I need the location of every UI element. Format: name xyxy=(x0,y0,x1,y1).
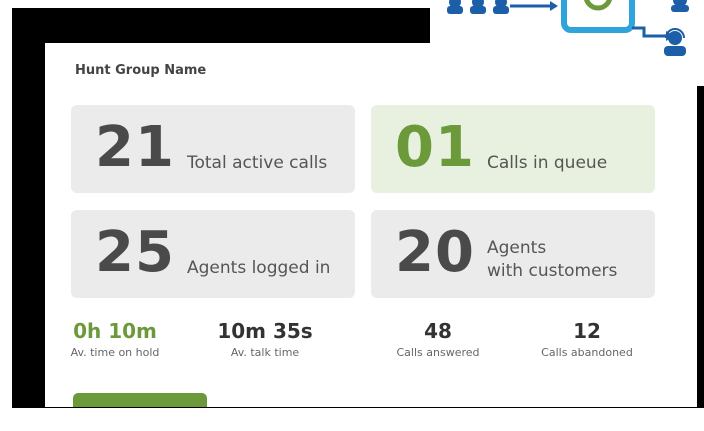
stat-calls-abandoned-value: 12 xyxy=(573,319,601,343)
calls-in-queue-label: Calls in queue xyxy=(487,153,608,173)
hunt-group-title: Hunt Group Name xyxy=(75,63,207,78)
agent-headset-icon xyxy=(664,28,686,56)
hub-icon xyxy=(561,0,635,33)
total-active-calls-card: 21 Total active calls xyxy=(71,105,355,193)
calls-in-queue-card: 01 Calls in queue xyxy=(371,105,655,193)
green-action-button[interactable] xyxy=(73,393,207,407)
stat-talk-time-value: 10m 35s xyxy=(217,319,313,343)
agents-with-customers-card: 20 Agents with customers xyxy=(371,210,655,298)
stat-talk-time: 10m 35s Av. talk time xyxy=(195,319,335,359)
agents-with-customers-value: 20 xyxy=(395,220,475,285)
total-active-calls-value: 21 xyxy=(95,115,175,180)
stat-calls-abandoned: 12 Calls abandoned xyxy=(517,319,657,359)
agents-logged-in-label: Agents logged in xyxy=(187,258,331,278)
stat-time-on-hold: 0h 10m Av. time on hold xyxy=(45,319,185,359)
stat-calls-answered-label: Calls answered xyxy=(396,346,480,359)
stat-calls-answered-value: 48 xyxy=(424,319,452,343)
dashboard-screen: Hunt Group Name 21 Total active calls 01… xyxy=(45,43,697,407)
agents-with-customers-line2: with customers xyxy=(487,261,618,281)
agents-logged-in-value: 25 xyxy=(95,220,175,285)
stat-calls-answered: 48 Calls answered xyxy=(368,319,508,359)
agent-icon xyxy=(671,0,689,12)
total-active-calls-label: Total active calls xyxy=(187,153,328,173)
arrow-out xyxy=(632,26,666,38)
call-flow-svg xyxy=(447,0,689,56)
stat-talk-time-label: Av. talk time xyxy=(230,346,300,359)
stat-calls-abandoned-label: Calls abandoned xyxy=(541,346,633,359)
calls-in-queue-value: 01 xyxy=(395,115,475,180)
stat-time-on-hold-label: Av. time on hold xyxy=(70,346,160,359)
agents-logged-in-card: 25 Agents logged in xyxy=(71,210,355,298)
arrow-in-head xyxy=(550,1,558,11)
stat-time-on-hold-value: 0h 10m xyxy=(73,319,157,343)
agents-with-customers-line1: Agents xyxy=(487,238,547,258)
group-people-icon xyxy=(447,0,509,14)
call-flow-diagram xyxy=(430,0,704,86)
agents-with-customers-label: Agents with customers xyxy=(487,237,617,283)
